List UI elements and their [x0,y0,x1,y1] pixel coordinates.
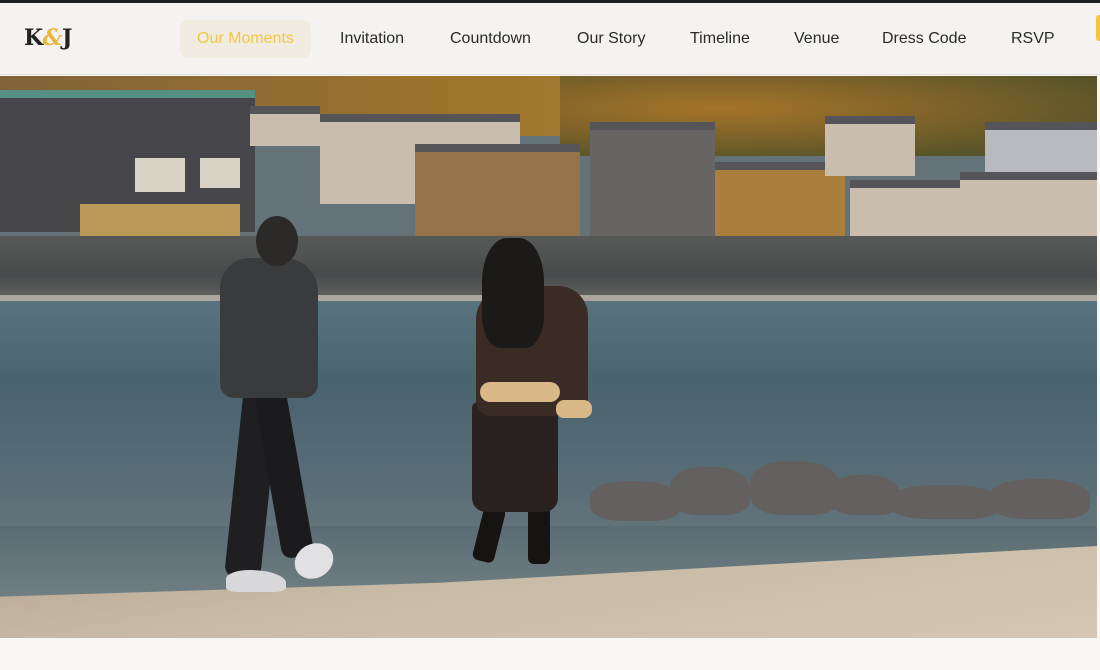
hero-photo [0,76,1097,638]
edge-accent-tab [1096,15,1100,41]
nav-venue[interactable]: Venue [794,20,839,58]
nav-our-story[interactable]: Our Story [577,20,645,58]
nav-invitation[interactable]: Invitation [340,20,404,58]
nav-timeline[interactable]: Timeline [690,20,750,58]
site-logo[interactable]: K&J [24,25,72,51]
logo-initial-left: K [24,25,43,51]
nav-dress-code[interactable]: Dress Code [882,20,966,58]
nav-our-moments[interactable]: Our Moments [180,20,311,58]
nav-countdown[interactable]: Countdown [450,20,531,58]
logo-initial-right: J [62,25,72,51]
nav-rsvp[interactable]: RSVP [1011,20,1055,58]
navbar: K&J Our Moments Invitation Countdown Our… [0,3,1100,75]
logo-ampersand: & [42,25,63,51]
